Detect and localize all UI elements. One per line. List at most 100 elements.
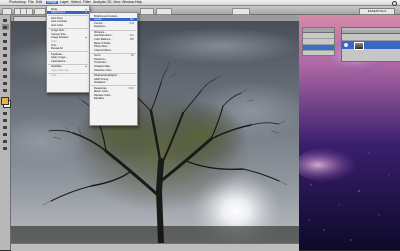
width-field[interactable]	[156, 7, 172, 15]
marquee-tool-icon[interactable]	[1, 24, 9, 30]
lasso-tool-icon[interactable]	[2, 31, 9, 37]
image_menu-item-reveal-all[interactable]: Reveal All	[47, 47, 89, 50]
menu-item-label: Exposure...	[94, 25, 108, 29]
gradient-tool-icon[interactable]	[2, 87, 9, 93]
menu-item-label: Threshold...	[94, 61, 108, 65]
quick-selection-tool-icon[interactable]	[2, 38, 9, 44]
menu-item-label: Match Color...	[94, 90, 111, 94]
menu-filter[interactable]: Filter	[83, 0, 91, 5]
menu-photoshop[interactable]: Photoshop	[9, 0, 26, 5]
menu-item-label: Equalize	[94, 97, 104, 101]
foreground-color-swatch[interactable]	[1, 97, 9, 105]
eyedropper-tool-icon[interactable]	[2, 52, 9, 58]
blend-mode-controls[interactable]	[342, 34, 400, 41]
menu-item-label: Levels...	[94, 18, 104, 22]
submenu-arrow-icon: ▸	[85, 36, 87, 40]
menu-item-shortcut: ⌘L	[129, 18, 134, 22]
adjust_menu-item-color-balance[interactable]: Color Balance... ⌘B	[90, 38, 137, 41]
adjust_menu-item-variations[interactable]: Variations...	[90, 81, 137, 84]
menu-item-label: Selective Color...	[94, 68, 114, 72]
menu-item-shortcut: ⇧⌘U	[127, 86, 134, 90]
adjust_menu-item-gradient-map[interactable]: Gradient Map...	[90, 65, 137, 68]
adjust_menu-item-photo-filter[interactable]: Photo Filter...	[90, 45, 137, 48]
zoom-tool-icon[interactable]	[2, 145, 9, 151]
adjust_menu-item-threshold[interactable]: Threshold...	[90, 61, 137, 64]
image-menu-dropdown: Mode ▸ Adjustments ▸ Auto Tone Auto Contrast A…	[46, 5, 90, 93]
menu-item-shortcut: ⌘B	[129, 37, 134, 41]
healing-brush-tool-icon[interactable]	[2, 59, 9, 65]
layer-row-background[interactable]	[342, 41, 400, 50]
brush-tool-icon[interactable]	[2, 66, 9, 72]
image_menu-item-auto-color[interactable]: Auto Color	[47, 24, 89, 27]
adjust_menu-item-levels[interactable]: Levels... ⌘L	[90, 18, 137, 22]
menu-item-label: Invert	[94, 54, 101, 58]
shape-tool-icon[interactable]	[2, 131, 9, 137]
menu-item-label: Apply Image...	[51, 56, 68, 60]
history-panel	[302, 27, 335, 56]
eraser-tool-icon[interactable]	[2, 80, 9, 86]
adjust_menu-item-exposure[interactable]: Exposure...	[90, 25, 137, 28]
menu-window[interactable]: Window	[122, 0, 134, 5]
submenu-arrow-icon: ▸	[85, 65, 87, 69]
adjust_menu-item-channel-mixer[interactable]: Channel Mixer...	[90, 49, 137, 52]
menu-help[interactable]: Help	[135, 0, 142, 5]
submenu-arrow-icon: ▸	[85, 11, 87, 15]
menu-item-label: Auto Contrast	[51, 20, 67, 24]
image_menu-item-trap: Trap...	[47, 74, 89, 77]
image_menu-item-calculations[interactable]: Calculations...	[47, 60, 89, 63]
menu-edit[interactable]: Edit	[36, 0, 42, 5]
visibility-eye-icon[interactable]	[344, 42, 348, 47]
adjust_menu-item-invert[interactable]: Invert ⌘I	[90, 54, 137, 57]
menu-item-label: Gradient Map...	[94, 64, 112, 68]
menu-select[interactable]: Select	[71, 0, 81, 5]
menu-item-label: Auto Color	[51, 23, 64, 27]
menu-image[interactable]: Image	[46, 0, 58, 5]
adjust_menu-item-equalize[interactable]: Equalize	[90, 97, 137, 100]
type-tool-icon[interactable]	[2, 117, 9, 123]
menu-item-label: Image Rotation	[51, 36, 69, 40]
menu-item-label: Crop	[51, 39, 57, 43]
menu-layer[interactable]: Layer	[60, 0, 69, 5]
style-select[interactable]	[140, 7, 154, 15]
menu-item-label: Variations...	[94, 81, 108, 85]
adjust_menu-item-shadows-highlights[interactable]: Shadows/Highlights...	[90, 74, 137, 77]
menu-item-label: Shadows/Highlights...	[94, 73, 119, 77]
clone-stamp-tool-icon[interactable]	[2, 73, 9, 79]
image_menu-item-variables[interactable]: Variables ▸	[47, 65, 89, 68]
menu-item-label: Color Balance...	[94, 37, 113, 41]
image_menu-item-auto-contrast[interactable]: Auto Contrast	[47, 20, 89, 23]
image_menu-item-image-size[interactable]: Image Size...	[47, 29, 89, 32]
tool-preset-picker[interactable]	[2, 7, 12, 15]
adjust_menu-item-hue-saturation[interactable]: Hue/Saturation... ⌘U	[90, 34, 137, 37]
crop-tool-icon[interactable]	[2, 45, 9, 51]
move-tool-icon[interactable]	[2, 17, 9, 23]
menu-analysis[interactable]: Analysis	[93, 0, 106, 5]
refine-edge-button[interactable]	[232, 7, 250, 15]
menu-3d[interactable]: 3D	[107, 0, 111, 5]
layer-thumbnail	[354, 42, 364, 50]
image_menu-item-apply-image[interactable]: Apply Image...	[47, 56, 89, 59]
menu-item-shortcut: ⌘M	[129, 21, 134, 25]
tools-panel	[0, 15, 11, 250]
workspace-switcher[interactable]: ESSENTIALS	[359, 7, 395, 15]
path-selection-tool-icon[interactable]	[2, 124, 9, 130]
menu-view[interactable]: View	[113, 0, 121, 5]
menu-item-label: Channel Mixer...	[94, 48, 113, 52]
adjust_menu-item-selective-color[interactable]: Selective Color...	[90, 69, 137, 72]
menu-item-label: Hue/Saturation...	[94, 34, 114, 38]
menu-item-label: Variables	[51, 65, 62, 69]
menu-file[interactable]: File	[28, 0, 34, 5]
submenu-arrow-icon: ▸	[85, 7, 87, 11]
history-item-selected[interactable]	[303, 45, 334, 51]
menu-item-label: Trap...	[51, 74, 59, 78]
subtract-selection-button[interactable]	[26, 7, 33, 15]
menu-item-shortcut: ⌘U	[129, 34, 134, 38]
hand-tool-icon[interactable]	[2, 138, 9, 144]
image_menu-item-apply-data-set: Apply Data Set...	[47, 69, 89, 72]
menu-item-label: Adjustments	[51, 11, 66, 15]
image_menu-item-image-rotation[interactable]: Image Rotation ▸	[47, 36, 89, 39]
adjust_menu-item-match-color[interactable]: Match Color...	[90, 90, 137, 93]
image_menu-item-adjustments[interactable]: Adjustments ▸	[47, 11, 89, 15]
feather-field[interactable]	[34, 7, 46, 15]
pen-tool-icon[interactable]	[2, 110, 9, 116]
